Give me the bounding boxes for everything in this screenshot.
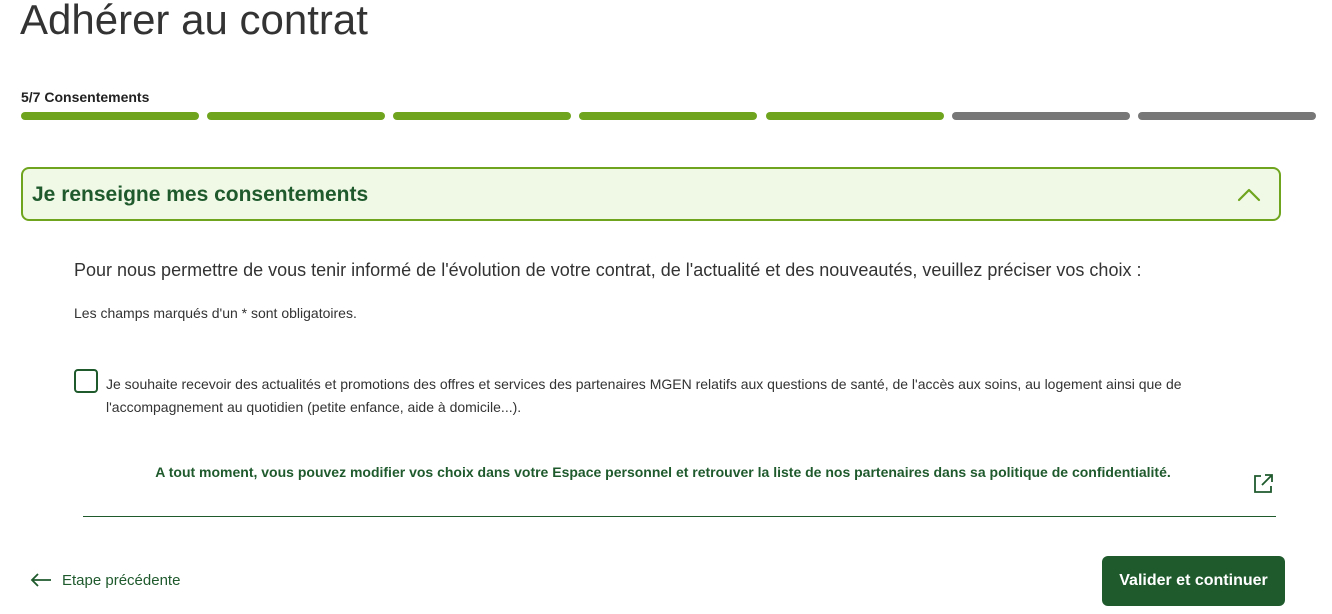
consent-accordion-header[interactable]: Je renseigne mes consentements <box>21 167 1281 221</box>
previous-step-label: Etape précédente <box>62 571 181 589</box>
chevron-up-icon[interactable] <box>1237 186 1261 202</box>
privacy-notice-link[interactable]: A tout moment, vous pouvez modifier vos … <box>120 456 1206 488</box>
arrow-left-icon <box>30 573 51 587</box>
progress-segment <box>207 112 385 120</box>
notice-divider <box>83 516 1276 517</box>
required-fields-note: Les champs marqués d'un * sont obligatoi… <box>74 305 357 321</box>
progress-step-label: 5/7 Consentements <box>21 89 150 105</box>
page-title: Adhérer au contrat <box>20 0 368 43</box>
previous-step-link[interactable]: Etape précédente <box>30 570 180 590</box>
partner-offers-checkbox[interactable] <box>74 369 98 393</box>
progress-bar <box>21 112 1317 120</box>
intro-text: Pour nous permettre de vous tenir inform… <box>74 260 1142 280</box>
accordion-title: Je renseigne mes consentements <box>32 183 369 206</box>
progress-segment <box>579 112 757 120</box>
partner-offers-checkbox-label[interactable]: Je souhaite recevoir des actualités et p… <box>106 373 1291 419</box>
progress-segment <box>1138 112 1316 120</box>
external-link-icon[interactable] <box>1251 472 1275 496</box>
progress-segment <box>21 112 199 120</box>
progress-segment <box>393 112 571 120</box>
progress-segment <box>766 112 944 120</box>
validate-continue-button[interactable]: Valider et continuer <box>1102 556 1285 606</box>
progress-segment <box>952 112 1130 120</box>
